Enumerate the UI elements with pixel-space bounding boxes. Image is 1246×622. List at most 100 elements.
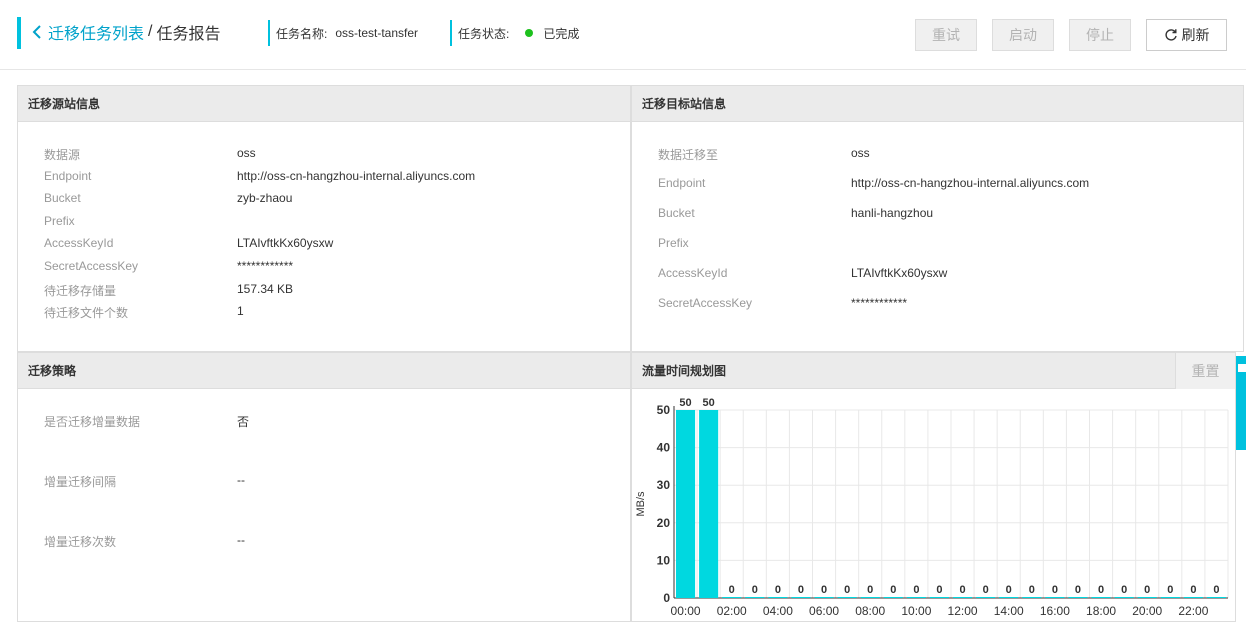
side-tab-icon [1238, 364, 1246, 372]
x-tick-label: 06:00 [809, 604, 839, 618]
info-row-value: 157.34 KB [237, 281, 294, 296]
info-row-key: Prefix [658, 236, 689, 250]
x-tick-label: 08:00 [855, 604, 885, 618]
info-row-key: 待迁移存储量 [44, 283, 117, 298]
info-row-value: -- [237, 533, 245, 547]
info-row-value: ************ [851, 296, 908, 310]
task-status-value: 已完成 [543, 26, 580, 41]
chart-bar [768, 597, 788, 598]
traffic-chart-panel: 流量时间规划图 重置 0 10 20 30 40 50 MB/s 50 50 0 0 0 0 0 0 0 0 0 0… [631, 352, 1236, 622]
chart-panel-title: 流量时间规划图 [642, 364, 727, 378]
source-info-panel: 迁移源站信息 数据源 oss Endpoint http://oss-cn-hangz… [17, 85, 631, 352]
y-tick-label: 10 [657, 553, 671, 567]
chart-bar [1160, 597, 1180, 598]
y-axis-label: MB/s [635, 491, 647, 517]
info-row-key: Endpoint [44, 168, 92, 183]
header-accent-bar [17, 17, 21, 49]
traffic-bar-chart: 01020304050MB/s50 500 0 0 0 0 0 0 0 0 0 0 0 0 0 0 0 0 0 0 0 0… [635, 397, 1229, 618]
x-tick-label: 02:00 [717, 604, 747, 618]
bar-value-label: 0 [936, 584, 942, 596]
start-button[interactable]: 启动 [992, 19, 1054, 51]
info-row-key: 增量迁移间隔 [44, 475, 117, 489]
info-row-value: hanli-hangzhou [851, 206, 934, 220]
info-row-value: 否 [237, 415, 250, 429]
info-row-key: SecretAccessKey [658, 296, 753, 310]
x-tick-label: 18:00 [1086, 604, 1116, 618]
chart-bar [860, 597, 880, 598]
info-row-key: Prefix [44, 213, 75, 228]
info-row-key: 增量迁移次数 [44, 535, 117, 549]
chart-bar [906, 597, 926, 598]
info-row-value: 1 [237, 304, 244, 319]
x-tick-label: 20:00 [1132, 604, 1162, 618]
x-tick-label: 10:00 [901, 604, 931, 618]
retry-button[interactable]: 重试 [915, 19, 977, 51]
chart-bar [953, 597, 973, 598]
bar-value-label: 0 [752, 584, 758, 596]
info-row-key: SecretAccessKey [44, 259, 139, 273]
breadcrumb-separator: / [148, 23, 153, 40]
info-row-value: LTAIvftkKx60ysxw [237, 236, 334, 251]
x-tick-label: 22:00 [1178, 604, 1208, 618]
status-dot-icon [525, 29, 534, 37]
refresh-icon [1164, 29, 1177, 41]
page-header: 迁移任务列表 / 任务报告 任务名称: oss-test-tansfer 任务状… [0, 0, 1246, 70]
info-row-key: Bucket [44, 191, 81, 206]
bar-value-label: 0 [1006, 584, 1012, 596]
bar-value-label: 0 [913, 584, 919, 596]
target-info-panel: 迁移目标站信息 数据迁移至 oss Endpoint http://oss-cn-ha… [631, 85, 1244, 352]
bar-value-label: 0 [867, 584, 873, 596]
info-row-value: oss [851, 146, 870, 160]
y-tick-label: 0 [663, 591, 670, 605]
refresh-button-label: 刷新 [1181, 27, 1210, 43]
task-name-value: oss-test-tansfer [335, 26, 419, 40]
chart-bar [1068, 597, 1088, 598]
task-status-label: 任务状态: [458, 26, 510, 41]
x-tick-label: 12:00 [948, 604, 978, 618]
bar-value-label: 0 [1144, 584, 1150, 596]
bar-value-label: 0 [729, 584, 735, 596]
bar-value-label: 0 [821, 584, 827, 596]
x-tick-label: 16:00 [1040, 604, 1070, 618]
chart-bar [999, 597, 1019, 598]
bar-value-label: 0 [1213, 584, 1219, 596]
task-name-label: 任务名称: [276, 26, 328, 41]
info-row-key: AccessKeyId [658, 266, 728, 280]
chart-bar [791, 597, 811, 598]
info-row-value: zyb-zhaou [237, 191, 293, 206]
info-row-value: http://oss-cn-hangzhou-internal.aliyuncs… [237, 168, 476, 183]
chart-bar [676, 410, 696, 598]
info-row-value: oss [237, 146, 256, 160]
bar-value-label: 0 [1167, 584, 1173, 596]
info-row-value: LTAIvftkKx60ysxw [851, 266, 948, 280]
x-tick-label: 00:00 [671, 604, 701, 618]
refresh-button[interactable]: 刷新 [1146, 19, 1227, 51]
chart-bar [976, 597, 996, 598]
bar-value-label: 0 [1029, 584, 1035, 596]
bar-value-label: 0 [1075, 584, 1081, 596]
chart-bar [722, 597, 742, 598]
feedback-side-tab[interactable] [1236, 356, 1246, 450]
back-to-task-list-link[interactable]: 迁移任务列表 [48, 20, 144, 44]
task-status-block: 任务状态: 已完成 [450, 20, 579, 46]
chart-bar [745, 597, 765, 598]
bar-value-label: 0 [983, 584, 989, 596]
chevron-left-icon[interactable] [30, 22, 44, 42]
bar-value-label: 50 [703, 397, 715, 409]
bar-value-label: 0 [798, 584, 804, 596]
bar-value-label: 0 [775, 584, 781, 596]
y-tick-label: 50 [657, 403, 671, 417]
bar-value-label: 0 [1190, 584, 1196, 596]
strategy-panel-title: 迁移策略 [18, 353, 630, 389]
bar-value-label: 0 [1098, 584, 1104, 596]
task-name-block: 任务名称: oss-test-tansfer [268, 20, 418, 46]
chart-bar [883, 597, 903, 598]
task-status-divider [450, 20, 452, 46]
info-row-key: AccessKeyId [44, 236, 114, 251]
chart-bar [929, 597, 949, 598]
bar-value-label: 0 [959, 584, 965, 596]
bar-value-label: 0 [890, 584, 896, 596]
stop-button[interactable]: 停止 [1069, 19, 1131, 51]
chart-reset-button[interactable]: 重置 [1175, 353, 1235, 389]
chart-bar [1183, 597, 1203, 598]
